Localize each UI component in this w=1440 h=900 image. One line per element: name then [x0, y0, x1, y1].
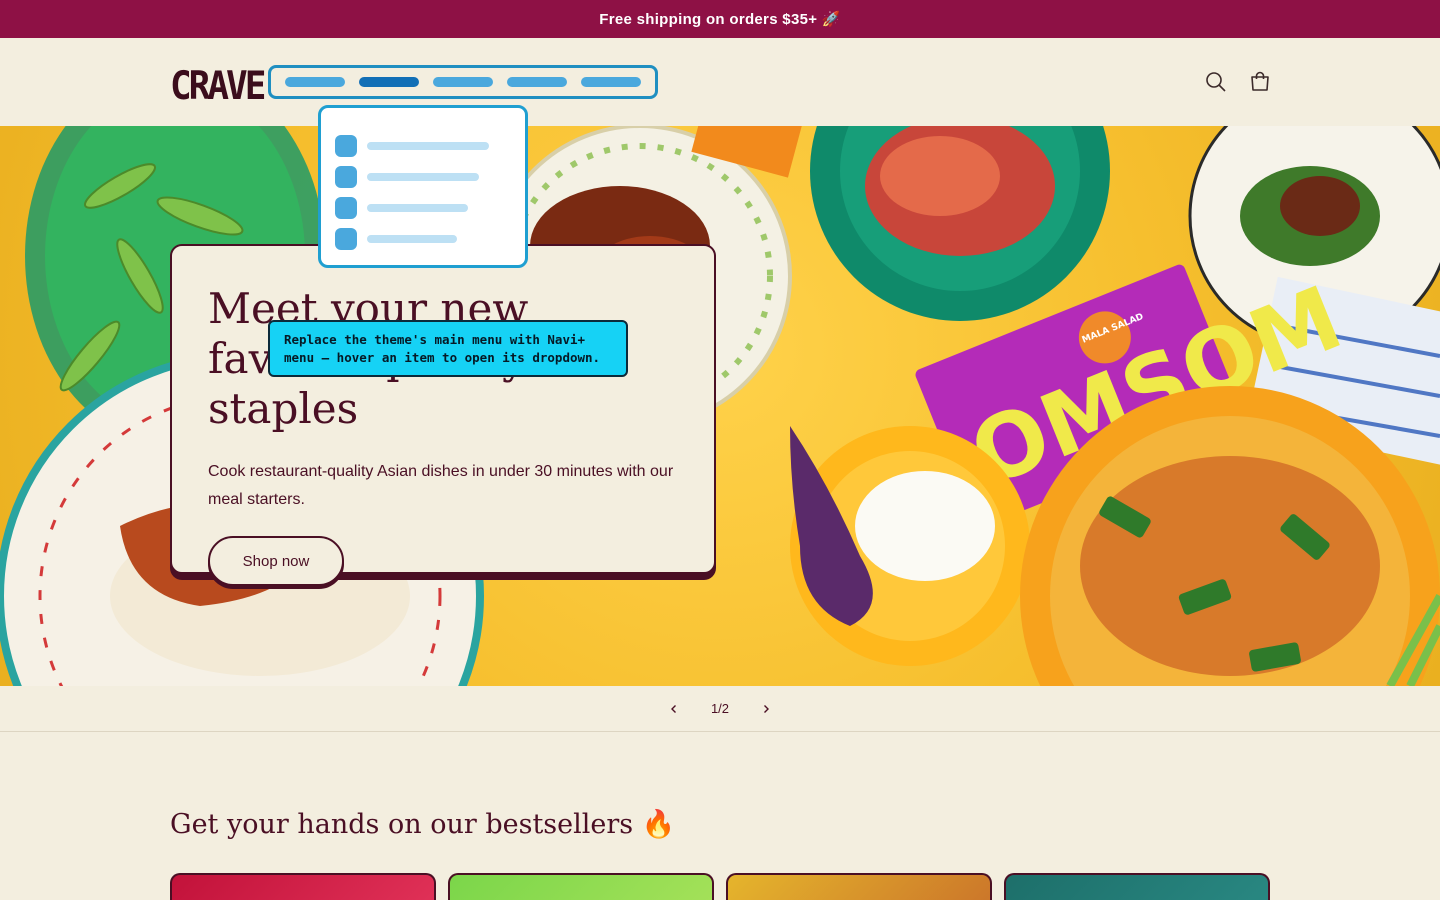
- navi-menu-item[interactable]: [581, 77, 641, 87]
- dropdown-item[interactable]: [335, 161, 525, 192]
- cart-icon[interactable]: [1246, 68, 1274, 96]
- navi-dropdown-preview[interactable]: [318, 105, 528, 268]
- dropdown-item-icon: [335, 196, 357, 219]
- instruction-tooltip: Replace the theme's main menu with Navi+…: [268, 320, 628, 377]
- announcement-text: Free shipping on orders $35+ 🚀: [599, 11, 841, 28]
- dropdown-item-icon: [335, 227, 357, 250]
- tooltip-text: Replace the theme's main menu with Navi+…: [284, 332, 601, 365]
- navi-menu-preview[interactable]: [268, 65, 658, 99]
- dropdown-item[interactable]: [335, 223, 525, 254]
- next-slide-button[interactable]: [755, 698, 777, 720]
- dropdown-item-label: [367, 141, 489, 150]
- dropdown-item[interactable]: [335, 130, 525, 161]
- search-icon[interactable]: [1202, 68, 1230, 96]
- shop-now-button[interactable]: Shop now: [208, 536, 344, 586]
- dropdown-item-label: [367, 172, 479, 181]
- product-card[interactable]: [448, 873, 714, 900]
- hero-content-card: Meet your new favorite pantry staples Co…: [170, 244, 716, 586]
- crave-logo[interactable]: CRAVE: [170, 64, 266, 109]
- bestsellers-grid: [170, 873, 1270, 900]
- dropdown-item[interactable]: [335, 192, 525, 223]
- chevron-left-icon: [670, 704, 676, 713]
- product-card[interactable]: [726, 873, 992, 900]
- product-card[interactable]: [1004, 873, 1270, 900]
- navi-menu-item-active[interactable]: [359, 77, 419, 87]
- hero-description: Cook restaurant-quality Asian dishes in …: [208, 463, 674, 508]
- product-card[interactable]: [170, 873, 436, 900]
- navi-menu-item[interactable]: [507, 77, 567, 87]
- dropdown-item-icon: [335, 165, 357, 188]
- slide-counter: 1/2: [710, 701, 730, 716]
- dropdown-item-label: [367, 203, 468, 212]
- announcement-bar: Free shipping on orders $35+ 🚀: [0, 0, 1440, 38]
- navi-menu-item[interactable]: [285, 77, 345, 87]
- bestsellers-heading: Get your hands on our bestsellers 🔥: [170, 809, 676, 840]
- site-header: CRAVE: [0, 38, 1440, 126]
- previous-slide-button[interactable]: [663, 698, 685, 720]
- dropdown-item-icon: [335, 134, 357, 157]
- slideshow-controls: 1/2: [0, 686, 1440, 732]
- navi-menu-item[interactable]: [433, 77, 493, 87]
- chevron-right-icon: [764, 704, 770, 713]
- dropdown-item-label: [367, 234, 457, 243]
